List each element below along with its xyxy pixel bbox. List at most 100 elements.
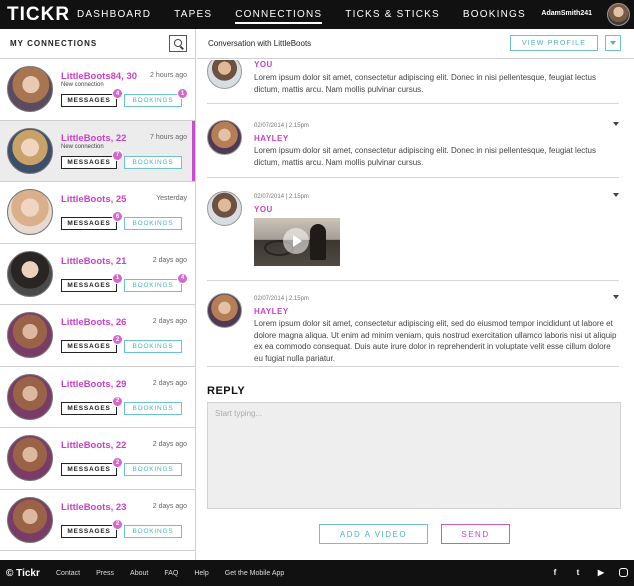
footer-link-faq[interactable]: FAQ bbox=[164, 570, 178, 577]
message-menu-icon[interactable] bbox=[613, 193, 619, 197]
message-meta: 02/07/2014 | 2.15pm bbox=[254, 123, 309, 129]
messages-count-badge: 2 bbox=[112, 334, 123, 345]
messages-button[interactable]: MESSAGES bbox=[61, 155, 117, 169]
contact-name[interactable]: LittleBoots, 29 bbox=[61, 379, 126, 390]
facebook-icon[interactable]: f bbox=[550, 568, 560, 578]
contact-name[interactable]: LittleBoots, 21 bbox=[61, 256, 126, 267]
search-button[interactable] bbox=[169, 35, 187, 52]
message-menu-icon[interactable] bbox=[613, 122, 619, 126]
messages-count-badge: 2 bbox=[112, 518, 123, 530]
send-button[interactable]: SEND bbox=[441, 524, 510, 544]
reply-input[interactable] bbox=[207, 402, 621, 509]
contact-item[interactable]: LittleBoots, 29 2 days ago MESSAGES BOOKING… bbox=[0, 367, 195, 428]
messages-button[interactable]: MESSAGES bbox=[61, 278, 117, 292]
contact-name[interactable]: LittleBoots, 22 bbox=[61, 133, 126, 144]
message-author: YOU bbox=[254, 205, 273, 214]
reply-label: REPLY bbox=[207, 385, 246, 397]
message-meta: 02/07/2014 | 2.15pm bbox=[254, 296, 309, 302]
chevron-down-icon bbox=[610, 41, 616, 45]
nav-bookings[interactable]: BOOKINGS bbox=[463, 9, 526, 20]
bookings-button[interactable]: BOOKINGS bbox=[124, 401, 182, 415]
contact-avatar[interactable] bbox=[7, 496, 53, 543]
twitter-icon[interactable]: t bbox=[573, 568, 583, 578]
message-text: Lorem ipsum dolor sit amet, consectetur … bbox=[254, 73, 596, 94]
contact-avatar[interactable] bbox=[7, 189, 53, 235]
bookings-button[interactable]: BOOKINGS bbox=[124, 94, 182, 107]
contact-item[interactable]: LittleBoots, 22 2 days ago MESSAGES BOOKING… bbox=[0, 428, 195, 490]
bookings-button[interactable]: BOOKINGS bbox=[124, 340, 182, 353]
messages-button[interactable]: MESSAGES bbox=[61, 401, 117, 415]
footer: © Tickr Contact Press About FAQ Help Get… bbox=[0, 560, 634, 586]
message-author: HAYLEY bbox=[254, 307, 289, 316]
bookings-button[interactable]: BOOKINGS bbox=[124, 463, 182, 476]
search-icon bbox=[173, 39, 182, 47]
contact-item[interactable]: LittleBoots84, 30 New connection 2 hours a… bbox=[0, 59, 195, 121]
contact-avatar[interactable] bbox=[7, 312, 53, 358]
contact-name[interactable]: LittleBoots, 23 bbox=[61, 502, 126, 513]
social-links: f t ▶ bbox=[537, 568, 628, 578]
messages-button[interactable]: MESSAGES bbox=[61, 340, 117, 353]
contact-avatar[interactable] bbox=[7, 373, 53, 420]
contact-avatar[interactable] bbox=[7, 435, 53, 481]
bookings-button[interactable]: BOOKINGS bbox=[124, 155, 182, 169]
message-meta: 02/07/2014 | 2.15pm bbox=[254, 194, 309, 200]
contact-time: 7 hours ago bbox=[150, 133, 187, 141]
user-avatar[interactable] bbox=[607, 3, 630, 26]
nav-ticks-sticks[interactable]: TICKS & STICKS bbox=[345, 9, 440, 20]
view-profile-button[interactable]: VIEW PROFILE bbox=[510, 35, 598, 51]
instagram-icon[interactable] bbox=[619, 568, 628, 577]
message-menu-icon[interactable] bbox=[613, 295, 619, 299]
messages-count-badge: 2 bbox=[112, 395, 123, 407]
messages-button[interactable]: MESSAGES bbox=[61, 217, 117, 230]
contact-time: 2 days ago bbox=[152, 441, 187, 448]
video-thumbnail[interactable] bbox=[254, 218, 340, 266]
contact-name[interactable]: LittleBoots84, 30 bbox=[61, 71, 137, 82]
conversation-header: Conversation with LittleBoots VIEW PROFI… bbox=[197, 29, 634, 59]
contact-name[interactable]: LittleBoots, 25 bbox=[61, 194, 126, 205]
contact-item[interactable]: LittleBoots, 21 2 days ago MESSAGES BOOKING… bbox=[0, 244, 195, 305]
top-nav: TICKR DASHBOARD TAPES CONNECTIONS TICKS … bbox=[0, 0, 634, 29]
contact-avatar[interactable] bbox=[7, 66, 53, 112]
contact-item[interactable]: LittleBoots, 23 2 days ago MESSAGES BOOKING… bbox=[0, 490, 195, 551]
messages-button[interactable]: MESSAGES bbox=[61, 463, 117, 476]
messages-button[interactable]: MESSAGES bbox=[61, 94, 117, 107]
message-item: 02/07/2014 | 2.15pm HAYLEY Lorem ipsum d… bbox=[207, 120, 619, 178]
message-avatar bbox=[207, 293, 242, 328]
username[interactable]: AdamSmith241 bbox=[541, 10, 592, 17]
add-video-button[interactable]: ADD A VIDEO bbox=[319, 524, 428, 544]
bookings-button[interactable]: BOOKINGS bbox=[124, 278, 182, 292]
message-avatar bbox=[207, 191, 242, 226]
message-thread[interactable]: YOU Lorem ipsum dolor sit amet, consecte… bbox=[197, 60, 634, 380]
messages-button[interactable]: MESSAGES bbox=[61, 524, 117, 538]
contact-name[interactable]: LittleBoots, 22 bbox=[61, 440, 126, 451]
bookings-button[interactable]: BOOKINGS bbox=[124, 217, 182, 230]
footer-logo: © Tickr bbox=[6, 567, 40, 579]
nav-tapes[interactable]: TAPES bbox=[174, 9, 212, 20]
footer-link-press[interactable]: Press bbox=[96, 570, 114, 577]
nav-dashboard[interactable]: DASHBOARD bbox=[77, 9, 151, 20]
nav-connections[interactable]: CONNECTIONS bbox=[235, 9, 323, 24]
conversation-title: Conversation with LittleBoots bbox=[208, 39, 312, 48]
play-icon[interactable] bbox=[283, 228, 309, 254]
footer-link-help[interactable]: Help bbox=[194, 570, 208, 577]
logo[interactable]: TICKR bbox=[7, 4, 77, 26]
bookings-button[interactable]: BOOKINGS bbox=[124, 524, 182, 538]
footer-link-mobile-app[interactable]: Get the Mobile App bbox=[225, 570, 285, 577]
footer-link-contact[interactable]: Contact bbox=[56, 570, 80, 577]
conversation-menu-button[interactable] bbox=[605, 35, 621, 51]
contact-item[interactable]: LittleBoots, 26 2 days ago MESSAGES BOOKING… bbox=[0, 305, 195, 367]
contact-time: 2 days ago bbox=[152, 502, 187, 510]
connections-panel: MY CONNECTIONS LittleBoots84, 30 New conn… bbox=[0, 29, 196, 560]
contact-avatar[interactable] bbox=[7, 250, 53, 297]
contact-avatar[interactable] bbox=[7, 127, 53, 174]
messages-count-badge: 6 bbox=[112, 211, 123, 222]
message-item: 02/07/2014 | 2.15pm HAYLEY Lorem ipsum d… bbox=[207, 293, 619, 367]
contact-item[interactable]: LittleBoots, 22 New connection 7 hours ago… bbox=[0, 120, 195, 182]
connections-title: MY CONNECTIONS bbox=[10, 39, 98, 48]
footer-link-about[interactable]: About bbox=[130, 570, 148, 577]
message-author: YOU bbox=[254, 60, 273, 69]
contact-item[interactable]: LittleBoots, 25 Yesterday MESSAGES BOOKINGS… bbox=[0, 182, 195, 244]
contact-time: 2 hours ago bbox=[150, 72, 187, 79]
youtube-icon[interactable]: ▶ bbox=[596, 568, 606, 578]
contact-name[interactable]: LittleBoots, 26 bbox=[61, 317, 126, 328]
